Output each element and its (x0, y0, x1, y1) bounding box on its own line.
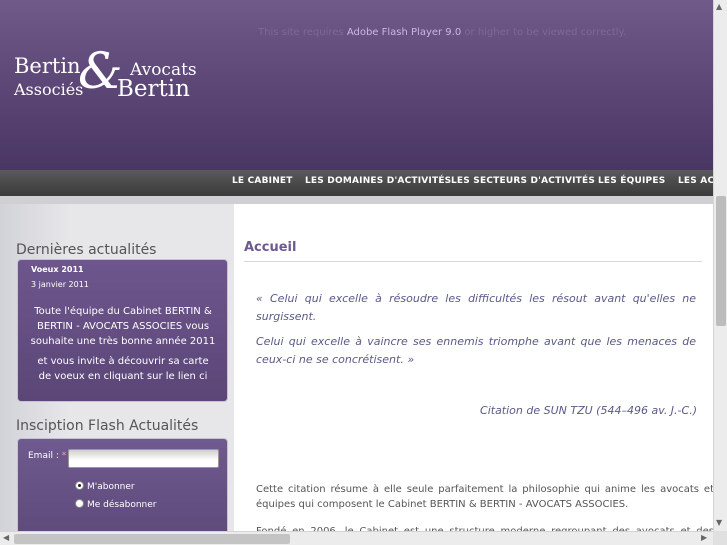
sidebar: Dernières actualités Voeux 2011 3 janvie… (0, 204, 234, 545)
main-navigation: LE CABINET LES DOMAINES D'ACTIVITÉS LES … (0, 170, 713, 196)
news-item-paragraph: Toute l'équipe du Cabinet BERTIN & BERTI… (30, 306, 216, 347)
required-mark: * (61, 451, 67, 461)
nav-item-secteurs-activites[interactable]: LES SECTEURS D'ACTIVITÉS (451, 176, 595, 186)
page-title: Accueil (244, 240, 297, 255)
vertical-scrollbar[interactable]: ▲ ▼ (713, 0, 727, 531)
horizontal-scrollbar[interactable]: ◀ ▶ (0, 531, 713, 545)
title-divider (244, 261, 702, 262)
subscribe-radio[interactable] (75, 481, 84, 490)
flash-notice-suffix: or higher to be viewed correctly. (464, 27, 627, 38)
horizontal-scroll-thumb[interactable] (14, 534, 290, 544)
logo-text-associes: Associés (14, 80, 84, 99)
nav-item-domaines-activites[interactable]: LES DOMAINES D'ACTIVITÉS (305, 176, 451, 186)
logo-text-bertin: Bertin (14, 54, 81, 78)
email-field[interactable] (68, 449, 219, 468)
scroll-down-icon[interactable]: ▼ (716, 518, 722, 527)
nav-underbar (0, 196, 713, 204)
unsubscribe-radio[interactable] (75, 499, 84, 508)
news-item-body: Toute l'équipe du Cabinet BERTIN & BERTI… (30, 304, 216, 389)
email-label: Email : * (28, 451, 66, 461)
scroll-right-icon[interactable]: ▶ (701, 533, 707, 542)
logo-ampersand: & (78, 42, 123, 100)
subscription-form: Email : * M'abonner Me désabonner (17, 438, 228, 545)
logo-text-bertin-2: Bertin (117, 76, 190, 102)
flash-heading: Insciption Flash Actualités (16, 418, 199, 434)
main-content: Accueil « Celui qui excelle à résoudre l… (234, 204, 713, 540)
unsubscribe-option[interactable]: Me désabonner (75, 499, 156, 510)
news-box: Voeux 2011 3 janvier 2011 Toute l'équipe… (17, 259, 228, 402)
news-item-date: 3 janvier 2011 (31, 280, 89, 289)
site-header: Bertin Associés & Avocats Bertin This si… (0, 0, 713, 170)
scroll-left-icon[interactable]: ◀ (3, 533, 9, 542)
unsubscribe-label: Me désabonner (87, 500, 157, 510)
flash-required-notice: This site requires Adobe Flash Player 9.… (258, 27, 626, 38)
scrollbar-corner (713, 531, 727, 545)
news-heading: Dernières actualités (16, 242, 157, 258)
email-label-text: Email : (28, 451, 59, 461)
quote-paragraph-2: Celui qui excelle à vaincre ses ennemis … (256, 335, 696, 366)
nav-item-equipes[interactable]: LES ÉQUIPES (598, 176, 665, 186)
news-item-title[interactable]: Voeux 2011 (31, 265, 84, 274)
vertical-scroll-thumb[interactable] (716, 196, 726, 326)
nav-item-le-cabinet[interactable]: LE CABINET (232, 176, 293, 186)
flash-player-link[interactable]: Adobe Flash Player 9.0 (347, 27, 461, 38)
flash-notice-prefix: This site requires (258, 27, 344, 38)
news-item-paragraph-2: et vous invite à découvrir sa carte de v… (37, 356, 209, 382)
quote-paragraph-1: « Celui qui excelle à résoudre les diffi… (256, 292, 696, 323)
subscribe-label: M'abonner (87, 482, 135, 492)
nav-item-actualites[interactable]: LES ACTUALITÉS (678, 176, 713, 186)
subscribe-option[interactable]: M'abonner (75, 481, 135, 492)
intro-paragraph: Cette citation résume à elle seule parfa… (256, 484, 713, 510)
quote-citation: Citation de SUN TZU (544–496 av. J.-C.) (480, 404, 697, 417)
scroll-up-icon[interactable]: ▲ (716, 2, 722, 11)
